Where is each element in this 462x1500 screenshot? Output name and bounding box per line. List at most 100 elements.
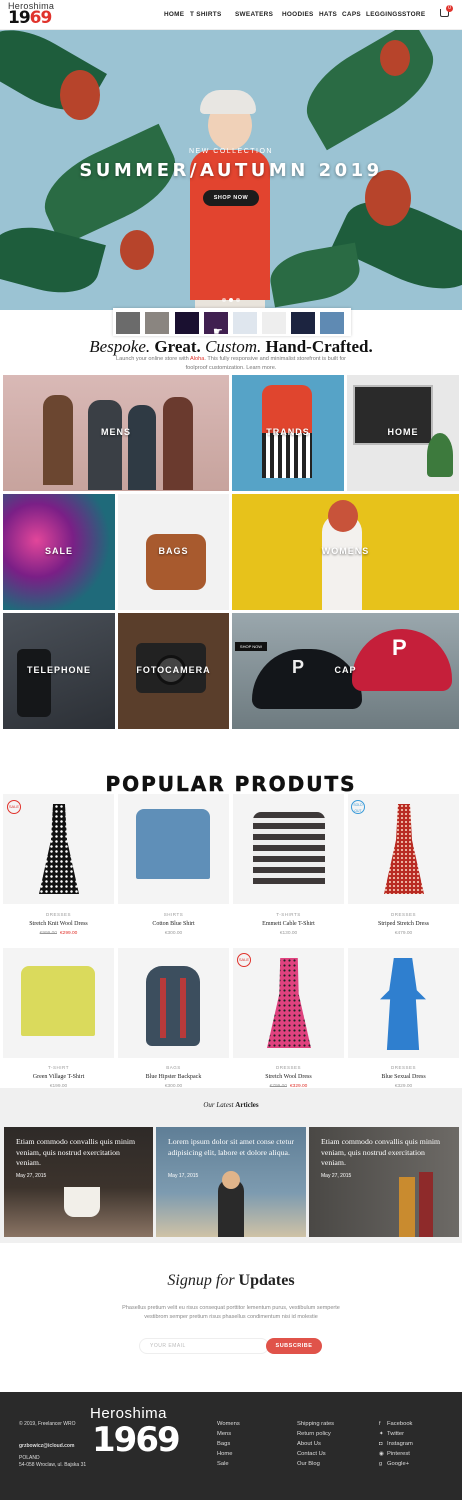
flower-decoration — [60, 70, 100, 120]
model-figure — [163, 397, 193, 490]
footer-logo-number[interactable]: 1969 — [92, 1420, 181, 1460]
facebook-link[interactable]: f Facebook — [379, 1421, 412, 1427]
product-name[interactable]: Blue Hipster Backpack — [118, 1074, 229, 1080]
nav-t-shirts[interactable]: T SHIRTS — [190, 11, 222, 18]
twitter-link[interactable]: ✦ Twitter — [379, 1431, 404, 1437]
article-title: Lorem ipsum dolor sit amet conse ctetur … — [168, 1137, 295, 1157]
category-tile-cap[interactable]: P P SHOP NOW CAP — [232, 613, 459, 729]
footer-address: POLAND — [19, 1455, 40, 1461]
footer-link-home[interactable]: Home — [217, 1451, 232, 1457]
product-category: BAGS — [166, 1065, 181, 1070]
thumbnail[interactable] — [175, 312, 199, 334]
product-name[interactable]: Blue Sexual Dress — [348, 1074, 459, 1080]
instagram-link[interactable]: ◘ Instagram — [379, 1441, 413, 1447]
product-image[interactable] — [348, 794, 459, 904]
category-tile-fotocamera[interactable]: FOTOCAMERA — [118, 613, 229, 729]
google-plus-link[interactable]: g Google+ — [379, 1461, 409, 1467]
footer-link-shipping[interactable]: Shipping rates — [297, 1421, 334, 1427]
nav-home[interactable]: HOME — [164, 11, 184, 18]
tshirt-image — [253, 812, 325, 884]
article-title: Etiam commodo convallis quis minim venia… — [321, 1137, 441, 1167]
category-tile-telephone[interactable]: TELEPHONE — [3, 613, 115, 729]
cart-count-badge: 0 — [446, 5, 453, 12]
product-name[interactable]: Cotton Blue Shirt — [118, 921, 229, 927]
article-card[interactable]: Etiam commodo convallis quis minim venia… — [309, 1127, 459, 1237]
thumbnail[interactable] — [145, 312, 169, 334]
product-price: €300.00 — [164, 931, 183, 936]
product-name[interactable]: Stretch Wool Dress — [233, 1074, 344, 1080]
articles-heading-part: Articles — [235, 1101, 259, 1109]
slider-dot[interactable] — [222, 298, 226, 302]
product-image[interactable] — [118, 948, 229, 1058]
phone-image — [17, 649, 51, 717]
tagline-word: Great. — [154, 337, 201, 356]
footer-address: 54-058 Wroclaw, ul. Bajska 31 — [19, 1462, 87, 1468]
model-figure — [128, 405, 156, 490]
google-plus-icon: g — [379, 1461, 383, 1467]
product-image[interactable] — [118, 794, 229, 904]
thumbnail[interactable] — [233, 312, 257, 334]
product-name[interactable]: Stretch Knit Wool Dress — [3, 921, 114, 927]
shop-now-button[interactable]: SHOP NOW — [203, 190, 259, 206]
pinterest-icon: ◉ — [379, 1451, 384, 1457]
pinterest-link[interactable]: ◉ Pinterest — [379, 1451, 410, 1457]
footer-link-bags[interactable]: Bags — [217, 1441, 230, 1447]
nav-hoodies[interactable]: HOODIES — [282, 11, 314, 18]
footer-link-return[interactable]: Return policy — [297, 1431, 331, 1437]
signup-text: Phasellus pretium velit eu risus consequ… — [122, 1305, 340, 1320]
product-name[interactable]: Striped Stretch Dress — [348, 921, 459, 927]
footer-link-sale[interactable]: Sale — [217, 1461, 229, 1467]
shop-now-small-button[interactable]: SHOP NOW — [235, 642, 267, 651]
nav-hats[interactable]: HATS — [319, 11, 337, 18]
category-tile-home[interactable]: HOME — [347, 375, 459, 491]
articles-heading: Our Latest Articles — [0, 1101, 462, 1109]
thumbnail[interactable] — [320, 312, 344, 334]
logo-number[interactable]: 1969 — [8, 8, 52, 28]
category-tile-bags[interactable]: BAGS — [118, 494, 229, 610]
product-image[interactable] — [3, 948, 114, 1058]
nav-sweaters[interactable]: SWEATERS — [235, 11, 273, 18]
category-label: BAGS — [158, 546, 189, 556]
leaf-decoration — [266, 242, 364, 308]
sale-badge: SALE — [7, 800, 21, 814]
category-label: SALE — [44, 546, 73, 556]
category-tile-trands[interactable]: TRANDS — [232, 375, 344, 491]
article-card[interactable]: Etiam commodo convallis quis minim venia… — [4, 1127, 153, 1237]
hero-kicker: NEW COLLECTION — [188, 148, 273, 155]
product-name[interactable]: Green Village T-Shirt — [3, 1074, 114, 1080]
product-category: SHIRTS — [163, 912, 184, 917]
article-date: May 27, 2015 — [16, 1173, 47, 1179]
subscribe-button[interactable]: SUBSCRIBE — [266, 1338, 322, 1354]
article-date: May 27, 2015 — [321, 1173, 352, 1179]
footer-link-womens[interactable]: Womens — [217, 1421, 240, 1427]
category-tile-sale[interactable]: SALE — [3, 494, 115, 610]
articles-heading-part: Our Latest — [203, 1101, 234, 1109]
footer-link-contact[interactable]: Contact Us — [297, 1451, 326, 1457]
thumbnail[interactable] — [262, 312, 286, 334]
logo-number-first: 19 — [8, 8, 31, 28]
email-field[interactable]: YOUR EMAIL — [139, 1338, 269, 1354]
nav-leggings[interactable]: LEGGINGS — [366, 11, 402, 18]
signup-title-part: Signup — [167, 1272, 212, 1289]
footer-link-mens[interactable]: Mens — [217, 1431, 231, 1437]
product-image[interactable] — [233, 948, 344, 1058]
slider-dot[interactable] — [236, 298, 240, 302]
category-tile-womens[interactable]: WOMENS — [232, 494, 459, 610]
article-card[interactable]: Lorem ipsum dolor sit amet conse ctetur … — [156, 1127, 306, 1237]
footer-email[interactable]: grzbowicz@icloud.com — [19, 1443, 74, 1449]
thumbnail[interactable] — [116, 312, 140, 334]
category-label: FOTOCAMERA — [136, 665, 211, 675]
thumbnail[interactable] — [291, 312, 315, 334]
nav-caps[interactable]: CAPS — [342, 11, 361, 18]
product-name[interactable]: Emmett Cable T-Shirt — [233, 921, 344, 927]
tagline-title: Bespoke. Great. Custom. Hand-Crafted. — [0, 337, 462, 357]
footer-link-about[interactable]: About Us — [297, 1441, 321, 1447]
product-image[interactable] — [233, 794, 344, 904]
footer-link-blog[interactable]: Our Blog — [297, 1461, 320, 1467]
category-tile-mens[interactable]: MENS — [3, 375, 229, 491]
brand-link[interactable]: Aloha — [190, 356, 204, 362]
product-image[interactable] — [348, 948, 459, 1058]
nav-store[interactable]: STORE — [402, 11, 425, 18]
tshirt-image — [21, 966, 95, 1036]
slider-dot-active[interactable] — [229, 298, 233, 302]
